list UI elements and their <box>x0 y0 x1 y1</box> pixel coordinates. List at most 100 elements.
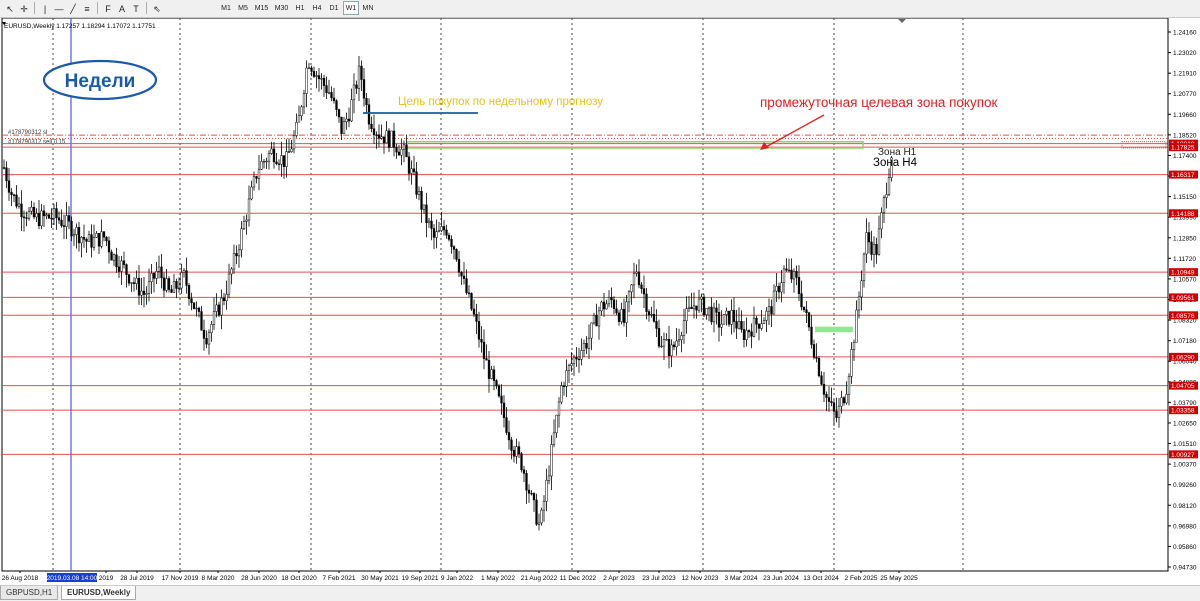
candle <box>717 303 721 342</box>
candle-body <box>400 149 403 156</box>
candle <box>582 339 586 357</box>
candle <box>645 287 648 320</box>
candle <box>820 371 823 386</box>
candle <box>882 195 886 223</box>
candle-body <box>622 308 626 323</box>
price-level-tag[interactable]: 1.17825 <box>1169 143 1198 152</box>
candle-body <box>180 272 183 289</box>
candle <box>67 206 71 230</box>
date-cursor-tag[interactable]: 2019.03.08 14:00 <box>47 573 98 582</box>
candle-body <box>697 298 701 311</box>
candle-body <box>427 220 431 224</box>
candle <box>452 245 456 260</box>
timeframe-h4[interactable]: H4 <box>309 1 325 15</box>
candle <box>137 265 141 305</box>
trendline-icon[interactable]: ╱ <box>66 1 80 15</box>
price-level-tag[interactable]: 1.14188 <box>1169 209 1198 218</box>
candle-body <box>260 161 263 170</box>
candle-body <box>202 330 206 339</box>
candle-body <box>512 450 516 457</box>
candle-body <box>170 289 173 293</box>
tab-gbpusd-h1[interactable]: GBPUSD,H1 <box>0 586 59 600</box>
text-icon[interactable]: A <box>115 1 129 15</box>
candle <box>235 245 238 265</box>
candle <box>77 222 81 252</box>
candle-body <box>692 305 696 310</box>
candle <box>880 207 883 239</box>
price-level-tag[interactable]: 1.00927 <box>1169 450 1198 459</box>
candle-body <box>225 293 228 302</box>
candle <box>305 60 308 108</box>
timeframe-h1[interactable]: H1 <box>292 1 308 15</box>
candle <box>802 306 806 313</box>
candle-body <box>205 338 208 345</box>
candle-body <box>755 317 758 325</box>
chart-area[interactable]: #178790312 sl #178790312 sell 0.15 EURUSD… <box>0 17 1200 584</box>
timeframe-m1[interactable]: M1 <box>218 1 234 15</box>
price-level-tag[interactable]: 1.08576 <box>1169 311 1198 320</box>
price-chart[interactable]: #178790312 sl #178790312 sell 0.15 EURUSD… <box>0 17 1200 584</box>
timeframe-m30[interactable]: M30 <box>272 1 291 15</box>
candle <box>590 322 593 351</box>
candle-body <box>875 244 878 255</box>
timeframe-m5[interactable]: M5 <box>235 1 251 15</box>
candle <box>762 317 766 324</box>
price-level-tag[interactable]: 1.03358 <box>1169 406 1198 415</box>
horizontal-line-icon[interactable]: — <box>52 1 66 15</box>
candle <box>405 134 408 158</box>
candle-body <box>837 405 841 418</box>
candle-body <box>385 130 388 144</box>
candle <box>730 299 733 335</box>
candle-body <box>520 453 523 471</box>
candle <box>877 215 881 256</box>
price-level-tag[interactable]: 1.16317 <box>1169 170 1198 180</box>
candle-body <box>217 304 221 316</box>
candle-body <box>582 343 586 351</box>
candle <box>155 261 158 285</box>
candle-body <box>817 358 821 377</box>
tab-eurusd-weekly[interactable]: EURUSD,Weekly <box>61 586 137 600</box>
cursor-icon[interactable]: ↖ <box>3 1 17 15</box>
candle-body <box>350 99 353 122</box>
price-level-tag[interactable]: 1.10949 <box>1169 268 1198 277</box>
candle-body <box>102 231 106 238</box>
candle <box>740 310 743 333</box>
candle-body <box>470 293 473 310</box>
candle-body <box>515 446 518 457</box>
candle <box>507 420 511 450</box>
candle <box>330 86 333 102</box>
fibonacci-icon[interactable]: F <box>101 1 115 15</box>
candle <box>572 354 576 376</box>
text-label-icon[interactable]: T <box>129 1 143 15</box>
timeframe-w1[interactable]: W1 <box>343 1 359 15</box>
candle <box>180 263 183 294</box>
candle-body <box>117 266 121 272</box>
date-tick-label: 8 Mar 2020 <box>202 575 235 582</box>
candle <box>140 277 143 306</box>
timeframe-m15[interactable]: M15 <box>252 1 271 15</box>
candle <box>385 121 388 144</box>
candle-body <box>705 308 708 316</box>
candle-body <box>432 228 436 238</box>
price-level-tag[interactable]: 1.06290 <box>1169 352 1198 362</box>
candle-body <box>362 79 366 99</box>
crosshair-icon[interactable]: ✛ <box>17 1 31 15</box>
equidistant-channel-icon[interactable]: ≡ <box>80 1 94 15</box>
vertical-line-icon[interactable]: | <box>38 1 52 15</box>
candle <box>407 152 411 181</box>
candle-body <box>595 315 598 327</box>
price-level-tag[interactable]: 1.04705 <box>1169 381 1198 391</box>
candle-body <box>477 321 481 340</box>
candle-body <box>720 323 723 328</box>
arrows-icon[interactable]: ⇖ <box>150 1 164 15</box>
candle <box>685 296 688 334</box>
candle-body <box>522 469 526 474</box>
timeframe-mn[interactable]: MN <box>360 1 376 15</box>
candle-body <box>332 97 336 101</box>
candle <box>620 302 623 325</box>
price-level-tag[interactable]: 1.09561 <box>1169 293 1198 302</box>
date-axis: 26 Aug 2018 2019.03.08 14:00 2019 28 Jul 20… <box>2 571 918 582</box>
timeframe-d1[interactable]: D1 <box>326 1 342 15</box>
candle-body <box>267 153 271 162</box>
candle <box>710 297 713 325</box>
